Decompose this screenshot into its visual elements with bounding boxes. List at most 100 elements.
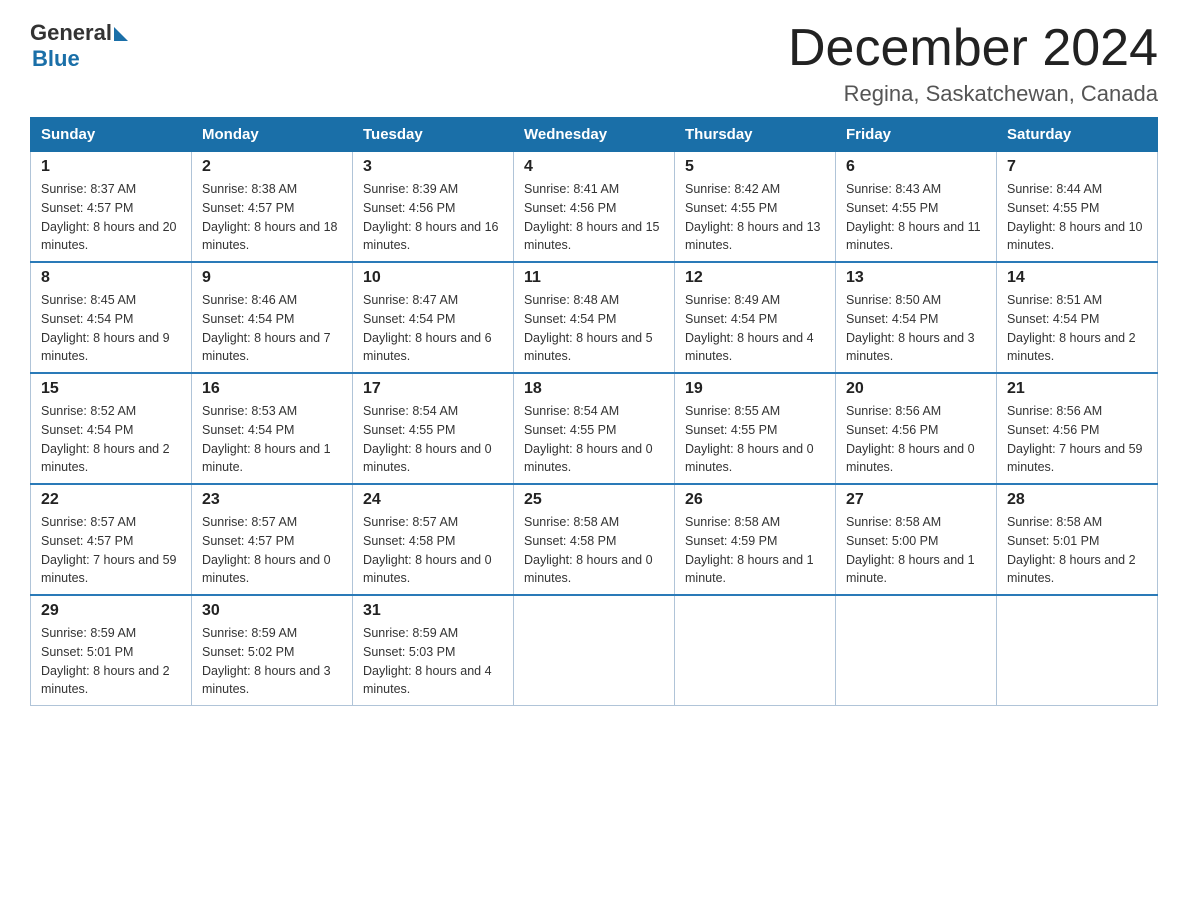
calendar-day: 1 Sunrise: 8:37 AMSunset: 4:57 PMDaylight… <box>31 152 192 263</box>
calendar-day: 21 Sunrise: 8:56 AMSunset: 4:56 PMDayligh… <box>997 373 1158 484</box>
day-number: 29 <box>41 602 181 620</box>
calendar-day: 24Sunrise: 8:57 AMSunset: 4:58 PMDayligh… <box>353 484 514 595</box>
day-number: 25 <box>524 491 664 509</box>
day-info: Sunrise: 8:37 AMSunset: 4:57 PMDaylight:… <box>41 180 181 255</box>
col-saturday: Saturday <box>997 118 1158 152</box>
calendar-week-3: 15 Sunrise: 8:52 AMSunset: 4:54 PMDayligh… <box>31 373 1158 484</box>
day-number: 6 <box>846 158 986 176</box>
col-sunday: Sunday <box>31 118 192 152</box>
logo-blue-text: Blue <box>32 46 80 71</box>
day-number: 21 <box>1007 380 1147 398</box>
day-number: 28 <box>1007 491 1147 509</box>
day-info: Sunrise: 8:56 AMSunset: 4:56 PMDaylight:… <box>1007 402 1147 477</box>
day-info: Sunrise: 8:58 AMSunset: 4:58 PMDaylight:… <box>524 513 664 588</box>
calendar-day: 9 Sunrise: 8:46 AMSunset: 4:54 PMDaylight… <box>192 262 353 373</box>
calendar-day <box>675 595 836 706</box>
day-number: 15 <box>41 380 181 398</box>
day-number: 7 <box>1007 158 1147 176</box>
location-text: Regina, Saskatchewan, Canada <box>788 81 1158 107</box>
day-number: 1 <box>41 158 181 176</box>
calendar-day: 14 Sunrise: 8:51 AMSunset: 4:54 PMDayligh… <box>997 262 1158 373</box>
day-info: Sunrise: 8:57 AMSunset: 4:57 PMDaylight:… <box>41 513 181 588</box>
calendar-table: Sunday Monday Tuesday Wednesday Thursday… <box>30 117 1158 706</box>
calendar-day <box>514 595 675 706</box>
day-number: 30 <box>202 602 342 620</box>
day-info: Sunrise: 8:56 AMSunset: 4:56 PMDaylight:… <box>846 402 986 477</box>
day-info: Sunrise: 8:59 AMSunset: 5:02 PMDaylight:… <box>202 624 342 699</box>
day-number: 27 <box>846 491 986 509</box>
day-info: Sunrise: 8:51 AMSunset: 4:54 PMDaylight:… <box>1007 291 1147 366</box>
day-number: 11 <box>524 269 664 287</box>
calendar-day: 7 Sunrise: 8:44 AMSunset: 4:55 PMDaylight… <box>997 152 1158 263</box>
col-monday: Monday <box>192 118 353 152</box>
calendar-day: 27 Sunrise: 8:58 AMSunset: 5:00 PMDayligh… <box>836 484 997 595</box>
header-row: Sunday Monday Tuesday Wednesday Thursday… <box>31 118 1158 152</box>
logo-arrow-icon <box>114 27 128 41</box>
day-info: Sunrise: 8:58 AMSunset: 5:01 PMDaylight:… <box>1007 513 1147 588</box>
logo-general-text: General <box>30 20 112 46</box>
day-number: 22 <box>41 491 181 509</box>
calendar-day: 12Sunrise: 8:49 AMSunset: 4:54 PMDayligh… <box>675 262 836 373</box>
day-info: Sunrise: 8:41 AMSunset: 4:56 PMDaylight:… <box>524 180 664 255</box>
day-info: Sunrise: 8:47 AMSunset: 4:54 PMDaylight:… <box>363 291 503 366</box>
day-number: 8 <box>41 269 181 287</box>
day-info: Sunrise: 8:54 AMSunset: 4:55 PMDaylight:… <box>363 402 503 477</box>
page-header: General Blue December 2024 Regina, Saska… <box>30 20 1158 107</box>
day-number: 16 <box>202 380 342 398</box>
calendar-day: 5Sunrise: 8:42 AMSunset: 4:55 PMDaylight… <box>675 152 836 263</box>
day-info: Sunrise: 8:46 AMSunset: 4:54 PMDaylight:… <box>202 291 342 366</box>
day-number: 18 <box>524 380 664 398</box>
title-block: December 2024 Regina, Saskatchewan, Cana… <box>788 20 1158 107</box>
calendar-day: 8 Sunrise: 8:45 AMSunset: 4:54 PMDaylight… <box>31 262 192 373</box>
calendar-day <box>997 595 1158 706</box>
day-info: Sunrise: 8:52 AMSunset: 4:54 PMDaylight:… <box>41 402 181 477</box>
day-number: 23 <box>202 491 342 509</box>
calendar-day: 18 Sunrise: 8:54 AMSunset: 4:55 PMDayligh… <box>514 373 675 484</box>
day-number: 17 <box>363 380 503 398</box>
day-info: Sunrise: 8:59 AMSunset: 5:03 PMDaylight:… <box>363 624 503 699</box>
day-number: 2 <box>202 158 342 176</box>
day-info: Sunrise: 8:39 AMSunset: 4:56 PMDaylight:… <box>363 180 503 255</box>
calendar-day: 13Sunrise: 8:50 AMSunset: 4:54 PMDayligh… <box>836 262 997 373</box>
day-number: 19 <box>685 380 825 398</box>
col-thursday: Thursday <box>675 118 836 152</box>
calendar-week-1: 1 Sunrise: 8:37 AMSunset: 4:57 PMDaylight… <box>31 152 1158 263</box>
day-number: 31 <box>363 602 503 620</box>
day-info: Sunrise: 8:58 AMSunset: 4:59 PMDaylight:… <box>685 513 825 588</box>
calendar-day: 17 Sunrise: 8:54 AMSunset: 4:55 PMDayligh… <box>353 373 514 484</box>
calendar-day: 23 Sunrise: 8:57 AMSunset: 4:57 PMDayligh… <box>192 484 353 595</box>
calendar-day: 11 Sunrise: 8:48 AMSunset: 4:54 PMDayligh… <box>514 262 675 373</box>
calendar-day: 2Sunrise: 8:38 AMSunset: 4:57 PMDaylight… <box>192 152 353 263</box>
day-number: 13 <box>846 269 986 287</box>
calendar-day: 22 Sunrise: 8:57 AMSunset: 4:57 PMDayligh… <box>31 484 192 595</box>
day-info: Sunrise: 8:43 AMSunset: 4:55 PMDaylight:… <box>846 180 986 255</box>
calendar-day: 19Sunrise: 8:55 AMSunset: 4:55 PMDayligh… <box>675 373 836 484</box>
day-info: Sunrise: 8:58 AMSunset: 5:00 PMDaylight:… <box>846 513 986 588</box>
calendar-day: 10 Sunrise: 8:47 AMSunset: 4:54 PMDayligh… <box>353 262 514 373</box>
calendar-day: 15 Sunrise: 8:52 AMSunset: 4:54 PMDayligh… <box>31 373 192 484</box>
day-info: Sunrise: 8:53 AMSunset: 4:54 PMDaylight:… <box>202 402 342 477</box>
calendar-day: 4 Sunrise: 8:41 AMSunset: 4:56 PMDaylight… <box>514 152 675 263</box>
day-number: 12 <box>685 269 825 287</box>
calendar-day <box>836 595 997 706</box>
day-info: Sunrise: 8:45 AMSunset: 4:54 PMDaylight:… <box>41 291 181 366</box>
calendar-day: 16 Sunrise: 8:53 AMSunset: 4:54 PMDayligh… <box>192 373 353 484</box>
calendar-week-5: 29Sunrise: 8:59 AMSunset: 5:01 PMDayligh… <box>31 595 1158 706</box>
day-number: 9 <box>202 269 342 287</box>
day-number: 4 <box>524 158 664 176</box>
calendar-day: 26 Sunrise: 8:58 AMSunset: 4:59 PMDayligh… <box>675 484 836 595</box>
calendar-day: 6 Sunrise: 8:43 AMSunset: 4:55 PMDaylight… <box>836 152 997 263</box>
day-info: Sunrise: 8:54 AMSunset: 4:55 PMDaylight:… <box>524 402 664 477</box>
logo: General Blue <box>30 20 128 72</box>
calendar-day: 30 Sunrise: 8:59 AMSunset: 5:02 PMDayligh… <box>192 595 353 706</box>
day-number: 26 <box>685 491 825 509</box>
day-info: Sunrise: 8:57 AMSunset: 4:57 PMDaylight:… <box>202 513 342 588</box>
day-info: Sunrise: 8:44 AMSunset: 4:55 PMDaylight:… <box>1007 180 1147 255</box>
day-info: Sunrise: 8:48 AMSunset: 4:54 PMDaylight:… <box>524 291 664 366</box>
calendar-day: 28 Sunrise: 8:58 AMSunset: 5:01 PMDayligh… <box>997 484 1158 595</box>
calendar-day: 31 Sunrise: 8:59 AMSunset: 5:03 PMDayligh… <box>353 595 514 706</box>
day-number: 14 <box>1007 269 1147 287</box>
day-number: 10 <box>363 269 503 287</box>
col-tuesday: Tuesday <box>353 118 514 152</box>
day-info: Sunrise: 8:42 AMSunset: 4:55 PMDaylight:… <box>685 180 825 255</box>
